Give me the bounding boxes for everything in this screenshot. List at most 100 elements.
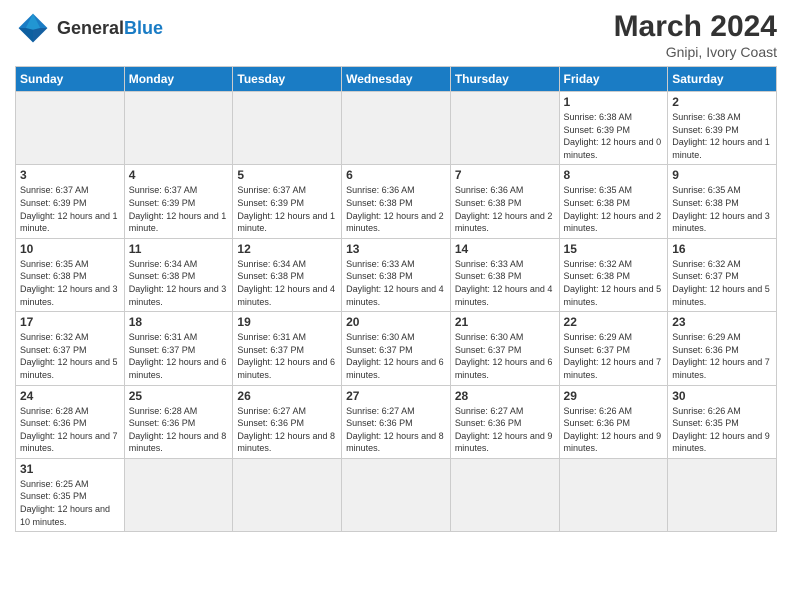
day-info: Sunrise: 6:35 AM Sunset: 6:38 PM Dayligh… (672, 184, 772, 234)
calendar-cell: 9Sunrise: 6:35 AM Sunset: 6:38 PM Daylig… (668, 165, 777, 238)
calendar-cell: 19Sunrise: 6:31 AM Sunset: 6:37 PM Dayli… (233, 312, 342, 385)
day-info: Sunrise: 6:32 AM Sunset: 6:37 PM Dayligh… (20, 331, 120, 381)
day-number: 18 (129, 315, 229, 329)
day-header-tuesday: Tuesday (233, 67, 342, 92)
page: GeneralBlue March 2024 Gnipi, Ivory Coas… (0, 0, 792, 612)
day-info: Sunrise: 6:27 AM Sunset: 6:36 PM Dayligh… (237, 405, 337, 455)
calendar-cell (124, 92, 233, 165)
day-info: Sunrise: 6:28 AM Sunset: 6:36 PM Dayligh… (129, 405, 229, 455)
day-info: Sunrise: 6:28 AM Sunset: 6:36 PM Dayligh… (20, 405, 120, 455)
calendar-cell: 3 Sunrise: 6:37 AM Sunset: 6:39 PM Daylig… (16, 165, 125, 238)
day-info: Sunrise: 6:38 AM Sunset: 6:39 PM Dayligh… (672, 111, 772, 161)
calendar-cell: 20 Sunrise: 6:30 AM Sunset: 6:37 PM Dayli… (342, 312, 451, 385)
day-info: Sunrise: 6:26 AM Sunset: 6:35 PM Dayligh… (672, 405, 772, 455)
day-header-wednesday: Wednesday (342, 67, 451, 92)
day-info: Sunrise: 6:30 AM Sunset: 6:37 PM Dayligh… (455, 331, 555, 381)
day-info: Sunrise: 6:38 AM Sunset: 6:39 PM Dayligh… (564, 111, 664, 161)
day-number: 25 (129, 389, 229, 403)
day-number: 15 (564, 242, 664, 256)
day-info: Sunrise: 6:27 AM Sunset: 6:36 PM Dayligh… (346, 405, 446, 455)
day-info: Sunrise: 6:34 AM Sunset: 6:38 PM Dayligh… (237, 258, 337, 308)
day-info: Sunrise: 6:29 AM Sunset: 6:37 PM Dayligh… (564, 331, 664, 381)
calendar-cell (450, 458, 559, 531)
calendar-cell: 4 Sunrise: 6:37 AM Sunset: 6:39 PM Daylig… (124, 165, 233, 238)
day-number: 3 (20, 168, 120, 182)
day-number: 30 (672, 389, 772, 403)
day-number: 7 (455, 168, 555, 182)
calendar-cell: 1 Sunrise: 6:38 AM Sunset: 6:39 PM Daylig… (559, 92, 668, 165)
calendar-cell: 25 Sunrise: 6:28 AM Sunset: 6:36 PM Dayli… (124, 385, 233, 458)
week-row-3: 10Sunrise: 6:35 AM Sunset: 6:38 PM Dayli… (16, 238, 777, 311)
calendar-cell: 26 Sunrise: 6:27 AM Sunset: 6:36 PM Dayli… (233, 385, 342, 458)
calendar-cell (16, 92, 125, 165)
day-info: Sunrise: 6:36 AM Sunset: 6:38 PM Dayligh… (346, 184, 446, 234)
day-info: Sunrise: 6:37 AM Sunset: 6:39 PM Dayligh… (129, 184, 229, 234)
day-number: 17 (20, 315, 120, 329)
header: GeneralBlue March 2024 Gnipi, Ivory Coas… (15, 10, 777, 60)
calendar-cell: 23 Sunrise: 6:29 AM Sunset: 6:36 PM Dayli… (668, 312, 777, 385)
day-number: 1 (564, 95, 664, 109)
day-header-friday: Friday (559, 67, 668, 92)
day-number: 21 (455, 315, 555, 329)
day-header-saturday: Saturday (668, 67, 777, 92)
day-info: Sunrise: 6:25 AM Sunset: 6:35 PM Dayligh… (20, 478, 120, 528)
calendar-cell (233, 92, 342, 165)
location: Gnipi, Ivory Coast (614, 44, 777, 60)
day-info: Sunrise: 6:33 AM Sunset: 6:38 PM Dayligh… (346, 258, 446, 308)
day-info: Sunrise: 6:37 AM Sunset: 6:39 PM Dayligh… (20, 184, 120, 234)
calendar-cell: 30 Sunrise: 6:26 AM Sunset: 6:35 PM Dayli… (668, 385, 777, 458)
day-number: 26 (237, 389, 337, 403)
calendar-cell: 2 Sunrise: 6:38 AM Sunset: 6:39 PM Daylig… (668, 92, 777, 165)
day-number: 23 (672, 315, 772, 329)
calendar-cell: 11 Sunrise: 6:34 AM Sunset: 6:38 PM Dayli… (124, 238, 233, 311)
week-row-6: 31 Sunrise: 6:25 AM Sunset: 6:35 PM Dayli… (16, 458, 777, 531)
day-number: 16 (672, 242, 772, 256)
calendar-cell (342, 458, 451, 531)
day-number: 5 (237, 168, 337, 182)
day-info: Sunrise: 6:37 AM Sunset: 6:39 PM Dayligh… (237, 184, 337, 234)
logo: GeneralBlue (15, 10, 163, 46)
calendar-cell: 16 Sunrise: 6:32 AM Sunset: 6:37 PM Dayli… (668, 238, 777, 311)
calendar-cell (342, 92, 451, 165)
day-header-monday: Monday (124, 67, 233, 92)
month-year: March 2024 (614, 10, 777, 44)
calendar-cell: 5 Sunrise: 6:37 AM Sunset: 6:39 PM Daylig… (233, 165, 342, 238)
calendar-cell (233, 458, 342, 531)
day-number: 24 (20, 389, 120, 403)
week-row-1: 1 Sunrise: 6:38 AM Sunset: 6:39 PM Daylig… (16, 92, 777, 165)
calendar-cell: 29 Sunrise: 6:26 AM Sunset: 6:36 PM Dayli… (559, 385, 668, 458)
day-number: 31 (20, 462, 120, 476)
day-info: Sunrise: 6:32 AM Sunset: 6:37 PM Dayligh… (672, 258, 772, 308)
day-header-sunday: Sunday (16, 67, 125, 92)
day-number: 27 (346, 389, 446, 403)
calendar-cell: 31 Sunrise: 6:25 AM Sunset: 6:35 PM Dayli… (16, 458, 125, 531)
day-number: 11 (129, 242, 229, 256)
day-number: 2 (672, 95, 772, 109)
logo-general: GeneralBlue (57, 19, 163, 38)
day-number: 14 (455, 242, 555, 256)
day-number: 19 (237, 315, 337, 329)
day-number: 13 (346, 242, 446, 256)
calendar-cell: 18Sunrise: 6:31 AM Sunset: 6:37 PM Dayli… (124, 312, 233, 385)
day-info: Sunrise: 6:32 AM Sunset: 6:38 PM Dayligh… (564, 258, 664, 308)
day-info: Sunrise: 6:26 AM Sunset: 6:36 PM Dayligh… (564, 405, 664, 455)
day-info: Sunrise: 6:30 AM Sunset: 6:37 PM Dayligh… (346, 331, 446, 381)
day-number: 8 (564, 168, 664, 182)
day-number: 12 (237, 242, 337, 256)
calendar-cell (559, 458, 668, 531)
day-number: 20 (346, 315, 446, 329)
calendar-cell (668, 458, 777, 531)
calendar-cell: 17 Sunrise: 6:32 AM Sunset: 6:37 PM Dayli… (16, 312, 125, 385)
day-info: Sunrise: 6:35 AM Sunset: 6:38 PM Dayligh… (564, 184, 664, 234)
days-header-row: SundayMondayTuesdayWednesdayThursdayFrid… (16, 67, 777, 92)
day-number: 29 (564, 389, 664, 403)
day-info: Sunrise: 6:29 AM Sunset: 6:36 PM Dayligh… (672, 331, 772, 381)
day-number: 28 (455, 389, 555, 403)
day-info: Sunrise: 6:34 AM Sunset: 6:38 PM Dayligh… (129, 258, 229, 308)
logo-icon (15, 10, 51, 46)
calendar-cell: 22Sunrise: 6:29 AM Sunset: 6:37 PM Dayli… (559, 312, 668, 385)
calendar-cell: 28 Sunrise: 6:27 AM Sunset: 6:36 PM Dayli… (450, 385, 559, 458)
day-number: 4 (129, 168, 229, 182)
calendar-table: SundayMondayTuesdayWednesdayThursdayFrid… (15, 66, 777, 532)
day-info: Sunrise: 6:27 AM Sunset: 6:36 PM Dayligh… (455, 405, 555, 455)
